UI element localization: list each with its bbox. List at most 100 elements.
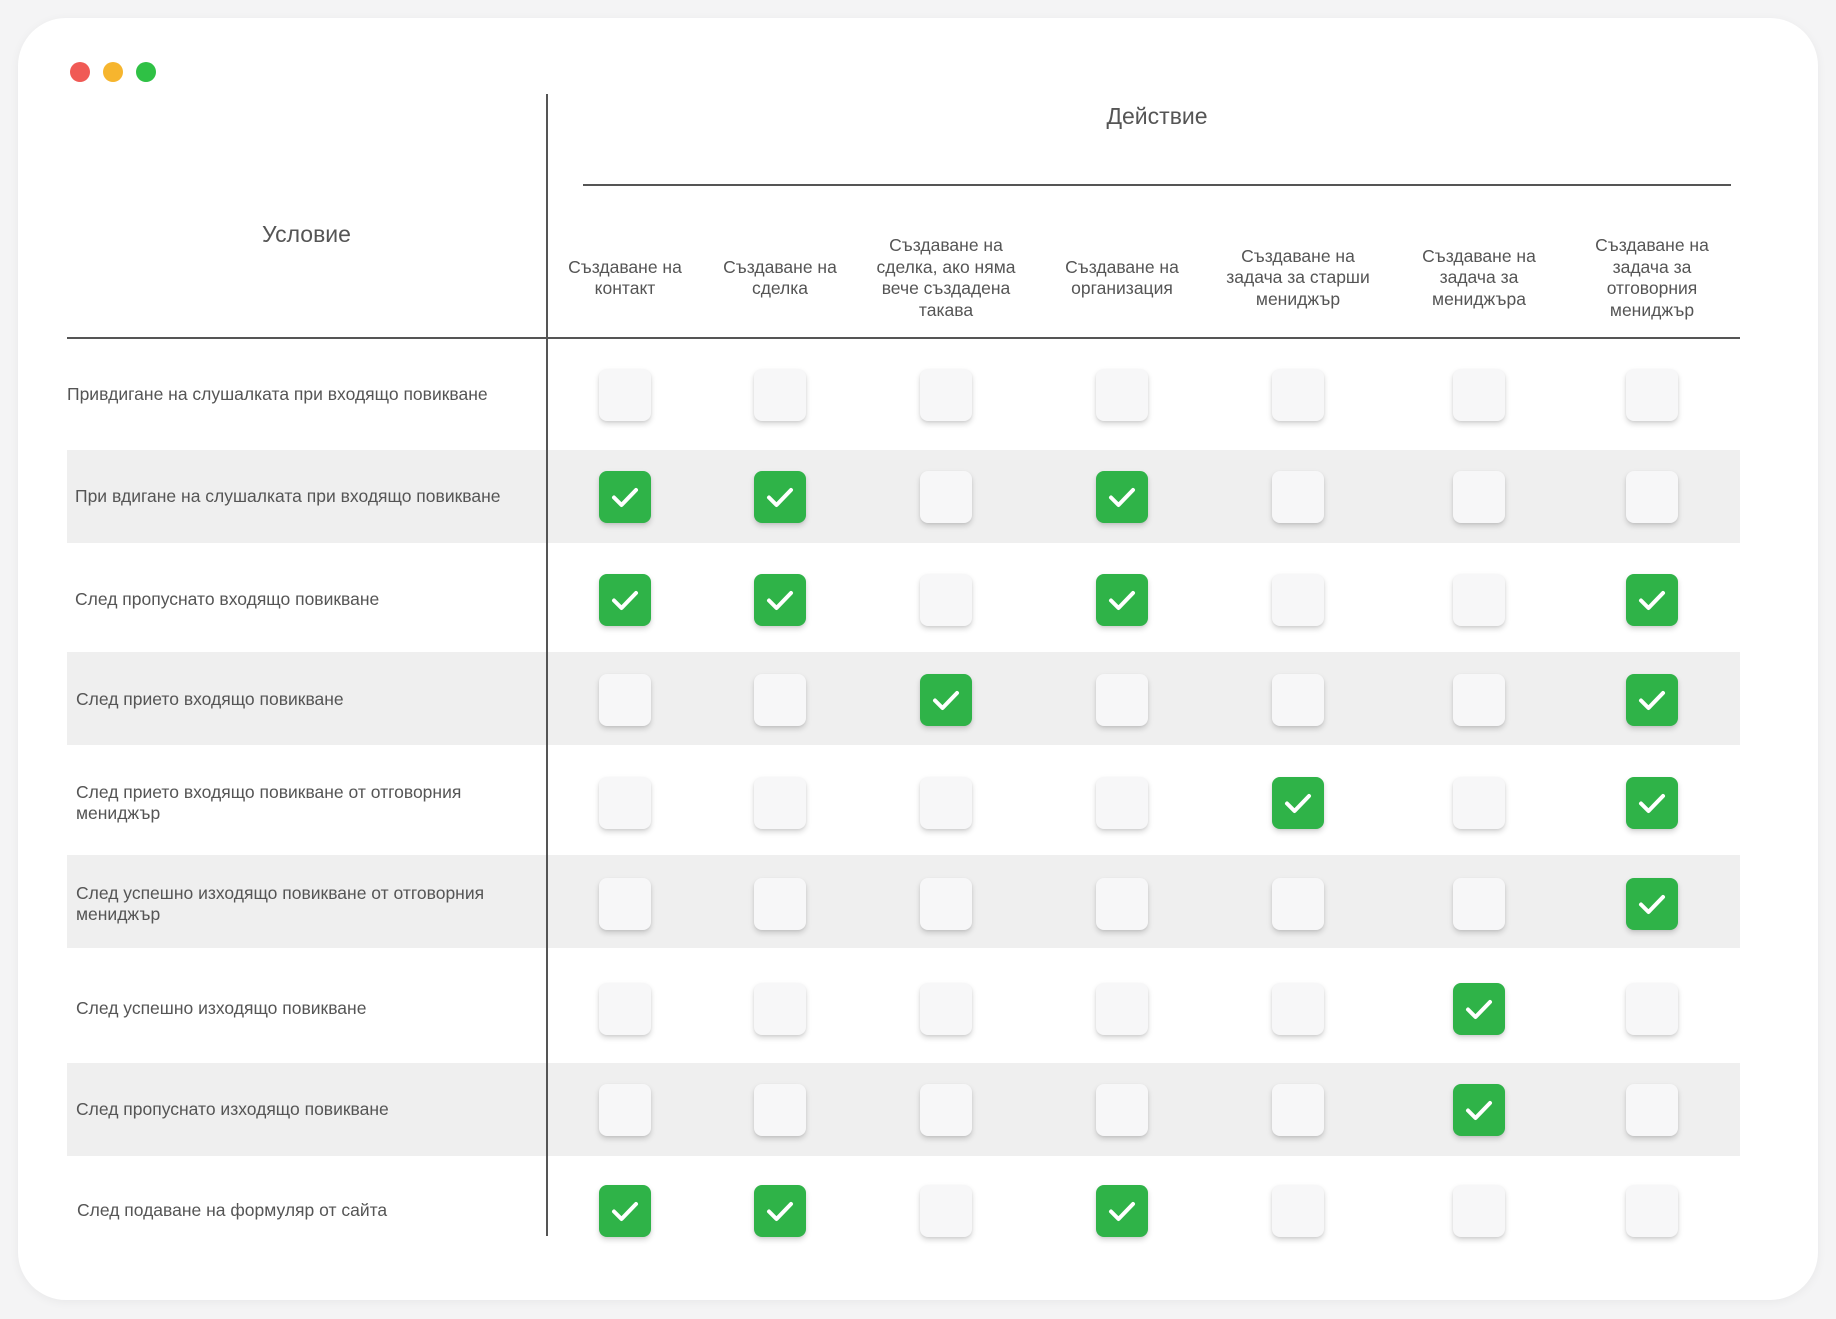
checkbox-checked[interactable] — [1626, 674, 1678, 726]
check-icon — [1639, 794, 1665, 813]
check-icon — [1466, 1101, 1492, 1120]
checkbox-unchecked[interactable] — [1272, 983, 1324, 1035]
condition-label: След успешно изходящо повикване — [76, 998, 367, 1019]
condition-label: След успешно изходящо повикване от отгов… — [76, 882, 485, 925]
checkbox-checked[interactable] — [1453, 1084, 1505, 1136]
checkbox-unchecked[interactable] — [754, 983, 806, 1035]
checkbox-checked[interactable] — [1096, 1185, 1148, 1237]
column-divider — [546, 94, 548, 1236]
check-icon — [1109, 591, 1135, 610]
check-icon — [1109, 488, 1135, 507]
checkbox-unchecked[interactable] — [1626, 369, 1678, 421]
checkbox-unchecked[interactable] — [599, 878, 651, 930]
checkbox-unchecked[interactable] — [1453, 1185, 1505, 1237]
checkbox-checked[interactable] — [754, 471, 806, 523]
check-icon — [1285, 794, 1311, 813]
checkbox-unchecked[interactable] — [1096, 777, 1148, 829]
checkbox-checked[interactable] — [599, 574, 651, 626]
checkbox-unchecked[interactable] — [920, 878, 972, 930]
check-icon — [1639, 691, 1665, 710]
checkbox-unchecked[interactable] — [1272, 369, 1324, 421]
checkbox-unchecked[interactable] — [1453, 369, 1505, 421]
maximize-window-button[interactable] — [136, 62, 156, 82]
checkbox-unchecked[interactable] — [1096, 674, 1148, 726]
checkbox-unchecked[interactable] — [1096, 878, 1148, 930]
checkbox-checked[interactable] — [754, 574, 806, 626]
checkbox-checked[interactable] — [1626, 574, 1678, 626]
checkbox-unchecked[interactable] — [599, 369, 651, 421]
checkbox-unchecked[interactable] — [1272, 674, 1324, 726]
checkbox-unchecked[interactable] — [1453, 574, 1505, 626]
checkbox-unchecked[interactable] — [920, 1185, 972, 1237]
checkbox-unchecked[interactable] — [1453, 878, 1505, 930]
check-icon — [1466, 1000, 1492, 1019]
checkbox-unchecked[interactable] — [1626, 1084, 1678, 1136]
checkbox-checked[interactable] — [1096, 574, 1148, 626]
minimize-window-button[interactable] — [103, 62, 123, 82]
checkbox-unchecked[interactable] — [599, 983, 651, 1035]
checkbox-checked[interactable] — [1096, 471, 1148, 523]
condition-label: Привдигане на слушалката при входящо пов… — [67, 384, 488, 405]
checkbox-unchecked[interactable] — [1453, 471, 1505, 523]
checkbox-unchecked[interactable] — [1453, 777, 1505, 829]
condition-label: След пропуснато изходящо повикване — [76, 1099, 389, 1120]
column-header: Създаване на сделка — [723, 256, 837, 299]
checkbox-unchecked[interactable] — [920, 369, 972, 421]
checkbox-checked[interactable] — [754, 1185, 806, 1237]
checkbox-checked[interactable] — [1626, 878, 1678, 930]
checkbox-unchecked[interactable] — [1272, 574, 1324, 626]
condition-label: След подаване на формуляр от сайта — [77, 1200, 388, 1221]
checkbox-unchecked[interactable] — [754, 878, 806, 930]
checkbox-unchecked[interactable] — [754, 369, 806, 421]
column-header: Създаване на контакт — [568, 256, 682, 299]
check-icon — [767, 488, 793, 507]
checkbox-unchecked[interactable] — [599, 1084, 651, 1136]
check-icon — [1639, 895, 1665, 914]
app-window: Действие Условие Създаване на контакт Съз… — [18, 18, 1818, 1300]
checkbox-unchecked[interactable] — [920, 777, 972, 829]
checkbox-unchecked[interactable] — [920, 471, 972, 523]
checkbox-unchecked[interactable] — [1626, 1185, 1678, 1237]
checkbox-unchecked[interactable] — [599, 777, 651, 829]
check-icon — [612, 591, 638, 610]
condition-label: След прието входящо повикване — [76, 689, 344, 710]
check-icon — [1109, 1202, 1135, 1221]
action-title: Действие — [1106, 103, 1208, 129]
column-header: Създаване на задача за мениджъра — [1422, 245, 1536, 309]
checkbox-unchecked[interactable] — [1453, 674, 1505, 726]
check-icon — [767, 1202, 793, 1221]
condition-label: След прието входящо повикване от отговор… — [76, 781, 462, 824]
checkbox-unchecked[interactable] — [754, 1084, 806, 1136]
check-icon — [612, 1202, 638, 1221]
checkbox-unchecked[interactable] — [1272, 471, 1324, 523]
check-icon — [933, 691, 959, 710]
checkbox-unchecked[interactable] — [754, 674, 806, 726]
check-icon — [1639, 591, 1665, 610]
checkbox-unchecked[interactable] — [1626, 983, 1678, 1035]
checkbox-checked[interactable] — [599, 1185, 651, 1237]
checkbox-checked[interactable] — [1272, 777, 1324, 829]
checkbox-checked[interactable] — [599, 471, 651, 523]
checkbox-unchecked[interactable] — [1096, 369, 1148, 421]
checkbox-unchecked[interactable] — [599, 674, 651, 726]
condition-label: След пропуснато входящо повикване — [75, 589, 380, 610]
checkbox-unchecked[interactable] — [754, 777, 806, 829]
condition-label: При вдигане на слушалката при входящо по… — [75, 486, 501, 507]
checkbox-checked[interactable] — [920, 674, 972, 726]
column-header: Създаване на организация — [1065, 256, 1179, 299]
checkbox-unchecked[interactable] — [920, 983, 972, 1035]
action-divider — [583, 184, 1731, 186]
checkbox-unchecked[interactable] — [1272, 878, 1324, 930]
checkbox-unchecked[interactable] — [1272, 1084, 1324, 1136]
close-window-button[interactable] — [70, 62, 90, 82]
checkbox-unchecked[interactable] — [1626, 471, 1678, 523]
checkbox-unchecked[interactable] — [1096, 1084, 1148, 1136]
checkbox-unchecked[interactable] — [920, 1084, 972, 1136]
window-controls — [70, 62, 156, 82]
check-icon — [767, 591, 793, 610]
checkbox-unchecked[interactable] — [1272, 1185, 1324, 1237]
checkbox-unchecked[interactable] — [920, 574, 972, 626]
checkbox-checked[interactable] — [1453, 983, 1505, 1035]
checkbox-unchecked[interactable] — [1096, 983, 1148, 1035]
checkbox-checked[interactable] — [1626, 777, 1678, 829]
